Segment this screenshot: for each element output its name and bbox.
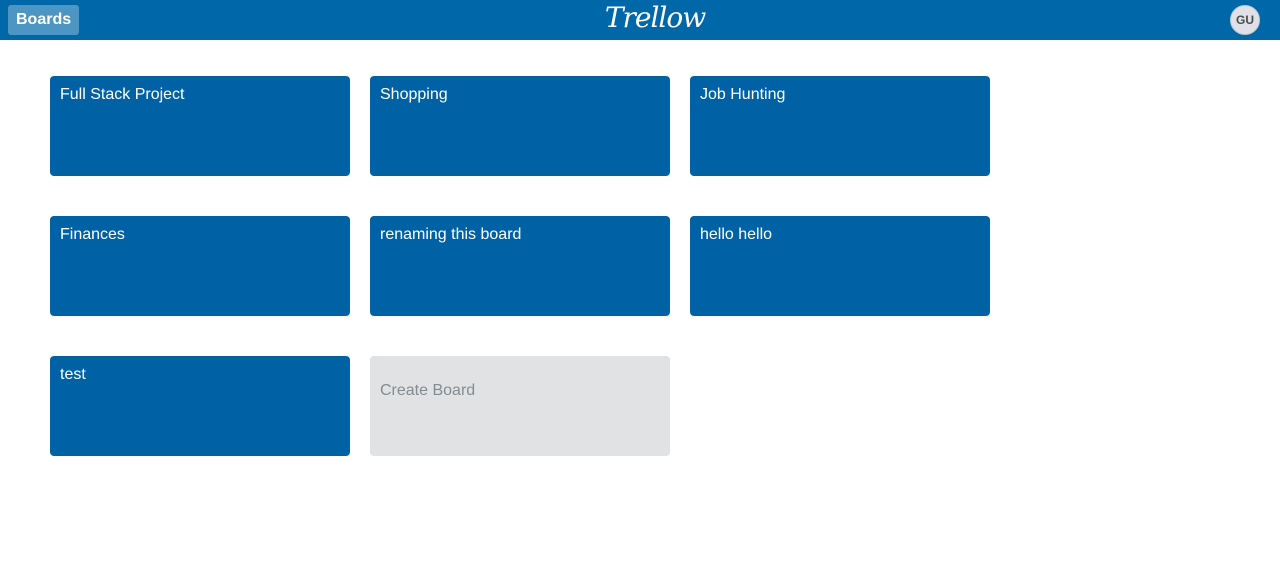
board-tile[interactable]: hello hello <box>690 216 990 316</box>
top-navbar: Boards Trellow GU <box>0 0 1280 40</box>
boards-button[interactable]: Boards <box>8 5 80 35</box>
board-tile[interactable]: Finances <box>50 216 350 316</box>
board-tile[interactable]: Job Hunting <box>690 76 990 176</box>
board-tile[interactable]: renaming this board <box>370 216 670 316</box>
logo-text: Trellow <box>604 1 706 34</box>
trellow-logo[interactable]: Trellow <box>600 0 710 40</box>
board-tile[interactable]: Shopping <box>370 76 670 176</box>
user-avatar[interactable]: GU <box>1230 5 1260 35</box>
boards-grid: Full Stack Project Shopping Job Hunting … <box>50 76 990 456</box>
create-board-button[interactable]: Create Board <box>370 356 670 456</box>
board-tile[interactable]: test <box>50 356 350 456</box>
board-tile[interactable]: Full Stack Project <box>50 76 350 176</box>
